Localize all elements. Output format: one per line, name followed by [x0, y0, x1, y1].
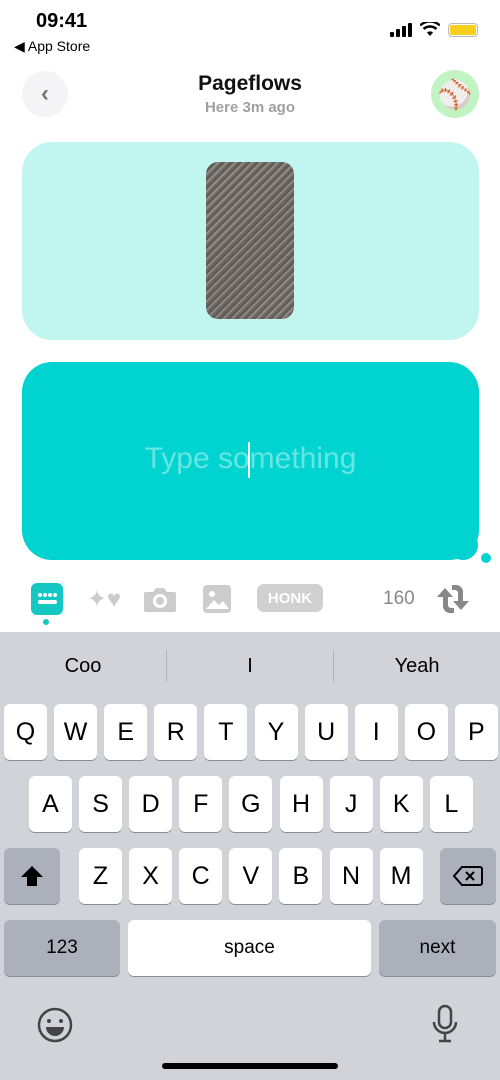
key-e[interactable]: E — [104, 704, 148, 760]
prediction-3[interactable]: Yeah — [334, 632, 500, 700]
key-v[interactable]: V — [229, 848, 273, 904]
delete-key[interactable] — [440, 848, 496, 904]
avatar[interactable]: ⚾ — [431, 70, 479, 118]
status-icons — [390, 22, 478, 37]
key-b[interactable]: B — [279, 848, 323, 904]
key-d[interactable]: D — [129, 776, 173, 832]
prediction-2[interactable]: I — [167, 632, 333, 700]
backspace-icon — [453, 866, 483, 886]
active-tab-indicator — [43, 619, 49, 625]
compose-toolbar: ✦♥ HONK 160 — [0, 578, 500, 622]
key-o[interactable]: O — [404, 704, 448, 760]
next-key[interactable]: next — [379, 920, 496, 976]
refresh-arrows-icon — [437, 585, 469, 613]
honk-button[interactable]: HONK — [257, 584, 323, 612]
prediction-1[interactable]: Coo — [0, 632, 166, 700]
refresh-button[interactable] — [432, 578, 474, 620]
status-time: 09:41 — [36, 10, 88, 32]
shift-icon — [21, 866, 43, 886]
key-m[interactable]: M — [379, 848, 423, 904]
emoji-button[interactable] — [37, 1007, 73, 1048]
key-j[interactable]: J — [329, 776, 373, 832]
key-x[interactable]: X — [129, 848, 173, 904]
keyboard: Coo I Yeah 123 space next QWERTYUIOPASDF… — [0, 632, 500, 1080]
key-s[interactable]: S — [79, 776, 123, 832]
bubble-tail-dot — [481, 553, 491, 563]
key-k[interactable]: K — [379, 776, 423, 832]
presence-status: Here 3m ago — [204, 99, 296, 116]
page-title: Pageflows — [198, 72, 302, 95]
baseball-icon: ⚾ — [437, 78, 473, 110]
keyboard-icon — [38, 593, 57, 604]
key-q[interactable]: Q — [4, 704, 47, 760]
image-icon — [203, 585, 231, 613]
camera-button[interactable] — [142, 578, 178, 620]
camera-icon — [144, 588, 176, 612]
numbers-key[interactable]: 123 — [4, 920, 120, 976]
key-w[interactable]: W — [54, 704, 98, 760]
key-r[interactable]: R — [154, 704, 198, 760]
space-key[interactable]: space — [128, 920, 371, 976]
key-p[interactable]: P — [454, 704, 498, 760]
microphone-icon — [432, 1004, 458, 1043]
message-photo[interactable] — [206, 162, 294, 319]
battery-icon — [448, 22, 478, 37]
message-input[interactable]: Type something — [22, 442, 479, 476]
key-a[interactable]: A — [29, 776, 72, 832]
emoji-icon — [37, 1007, 73, 1043]
key-i[interactable]: I — [354, 704, 398, 760]
home-indicator[interactable] — [162, 1063, 338, 1069]
gallery-button[interactable] — [201, 578, 233, 620]
key-l[interactable]: L — [429, 776, 473, 832]
key-t[interactable]: T — [204, 704, 248, 760]
sticker-icon: ✦♥ — [86, 585, 122, 613]
key-z[interactable]: Z — [79, 848, 122, 904]
key-u[interactable]: U — [304, 704, 348, 760]
character-count: 160 — [383, 588, 415, 609]
shift-key[interactable] — [4, 848, 60, 904]
reactions-button[interactable]: ✦♥ — [84, 578, 124, 620]
key-y[interactable]: Y — [254, 704, 298, 760]
signal-icon — [390, 22, 412, 37]
dictation-button[interactable] — [430, 1004, 460, 1049]
bubble-tail — [448, 530, 478, 560]
key-h[interactable]: H — [279, 776, 323, 832]
keyboard-button[interactable] — [31, 583, 63, 615]
key-f[interactable]: F — [179, 776, 223, 832]
text-cursor — [248, 442, 250, 478]
key-c[interactable]: C — [179, 848, 223, 904]
key-g[interactable]: G — [229, 776, 273, 832]
wifi-icon — [420, 22, 440, 36]
back-to-app-store[interactable]: ◀ App Store — [14, 38, 90, 55]
key-n[interactable]: N — [329, 848, 373, 904]
